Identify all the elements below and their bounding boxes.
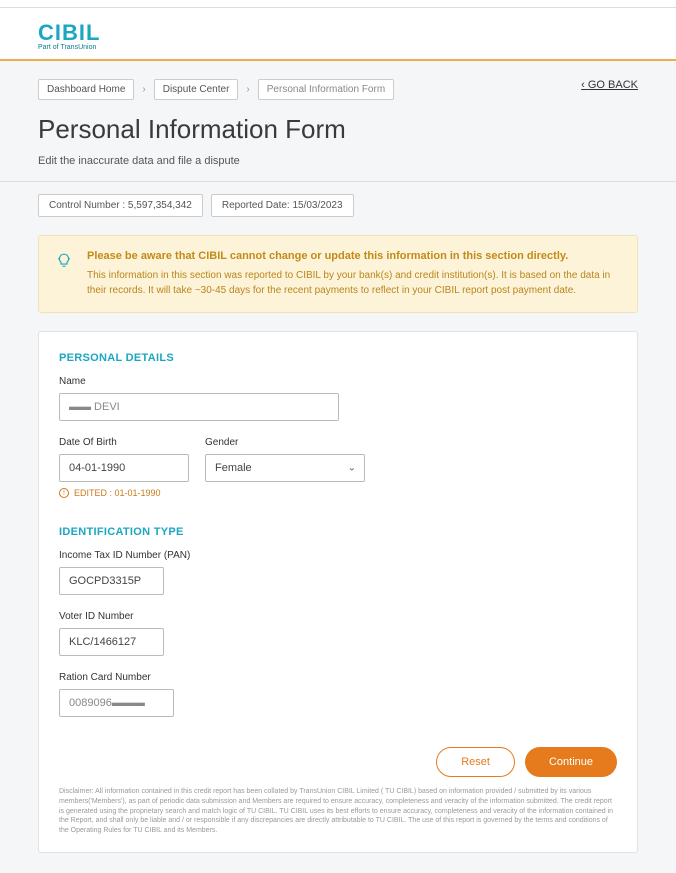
notice-title: Please be aware that CIBIL cannot change… <box>87 250 621 262</box>
name-field: Name <box>59 376 339 421</box>
crumb-dispute[interactable]: Dispute Center <box>154 79 239 100</box>
form-card: PERSONAL DETAILS Name Date Of Birth ! ED… <box>38 331 638 853</box>
crumb-dashboard[interactable]: Dashboard Home <box>38 79 134 100</box>
voter-field: Voter ID Number <box>59 611 164 656</box>
dob-field: Date Of Birth ! EDITED : 01-01-1990 <box>59 437 189 498</box>
gender-field: Gender Female ⌄ <box>205 437 365 498</box>
notice-text: Please be aware that CIBIL cannot change… <box>87 250 621 298</box>
chevron-right-icon: › <box>142 84 145 95</box>
pan-input[interactable] <box>59 567 164 595</box>
edited-note-text: EDITED : 01-01-1990 <box>74 488 161 498</box>
top-border <box>0 0 676 8</box>
ration-label: Ration Card Number <box>59 672 174 683</box>
ration-field: Ration Card Number <box>59 672 174 717</box>
crumb-current: Personal Information Form <box>258 79 394 100</box>
reset-button[interactable]: Reset <box>436 747 515 777</box>
pan-label: Income Tax ID Number (PAN) <box>59 550 164 561</box>
header: CIBIL Part of TransUnion <box>0 8 676 59</box>
button-row: Reset Continue <box>59 747 617 777</box>
notice-body: This information in this section was rep… <box>87 268 621 298</box>
voter-input[interactable] <box>59 628 164 656</box>
dob-label: Date Of Birth <box>59 437 189 448</box>
page-title: Personal Information Form <box>38 114 638 145</box>
identification-section-title: IDENTIFICATION TYPE <box>59 526 617 538</box>
pan-field: Income Tax ID Number (PAN) <box>59 550 164 595</box>
status-row: Control Number : 5,597,354,342 Reported … <box>38 194 638 217</box>
breadcrumb: Dashboard Home › Dispute Center › Person… <box>38 79 394 100</box>
reported-date-chip: Reported Date: 15/03/2023 <box>211 194 354 217</box>
edited-note: ! EDITED : 01-01-1990 <box>59 488 189 498</box>
name-label: Name <box>59 376 339 387</box>
divider <box>0 181 676 182</box>
personal-section-title: PERSONAL DETAILS <box>59 352 617 364</box>
page-subtitle: Edit the inaccurate data and file a disp… <box>38 155 638 167</box>
lightbulb-icon <box>55 252 73 270</box>
dob-gender-row: Date Of Birth ! EDITED : 01-01-1990 Gend… <box>59 437 617 514</box>
name-input[interactable] <box>59 393 339 421</box>
top-row: Dashboard Home › Dispute Center › Person… <box>38 79 638 100</box>
ration-input[interactable] <box>59 689 174 717</box>
gender-select[interactable]: Female <box>205 454 365 482</box>
gender-label: Gender <box>205 437 365 448</box>
page-body: Dashboard Home › Dispute Center › Person… <box>0 61 676 873</box>
continue-button[interactable]: Continue <box>525 747 617 777</box>
dob-input[interactable] <box>59 454 189 482</box>
disclaimer: Disclaimer: All information contained in… <box>59 787 617 836</box>
go-back-link[interactable]: GO BACK <box>581 79 638 91</box>
logo-subtitle: Part of TransUnion <box>38 44 638 51</box>
warning-icon: ! <box>59 488 69 498</box>
control-number-chip: Control Number : 5,597,354,342 <box>38 194 203 217</box>
logo: CIBIL <box>38 20 638 46</box>
chevron-right-icon: › <box>246 84 249 95</box>
voter-label: Voter ID Number <box>59 611 164 622</box>
notice-banner: Please be aware that CIBIL cannot change… <box>38 235 638 313</box>
